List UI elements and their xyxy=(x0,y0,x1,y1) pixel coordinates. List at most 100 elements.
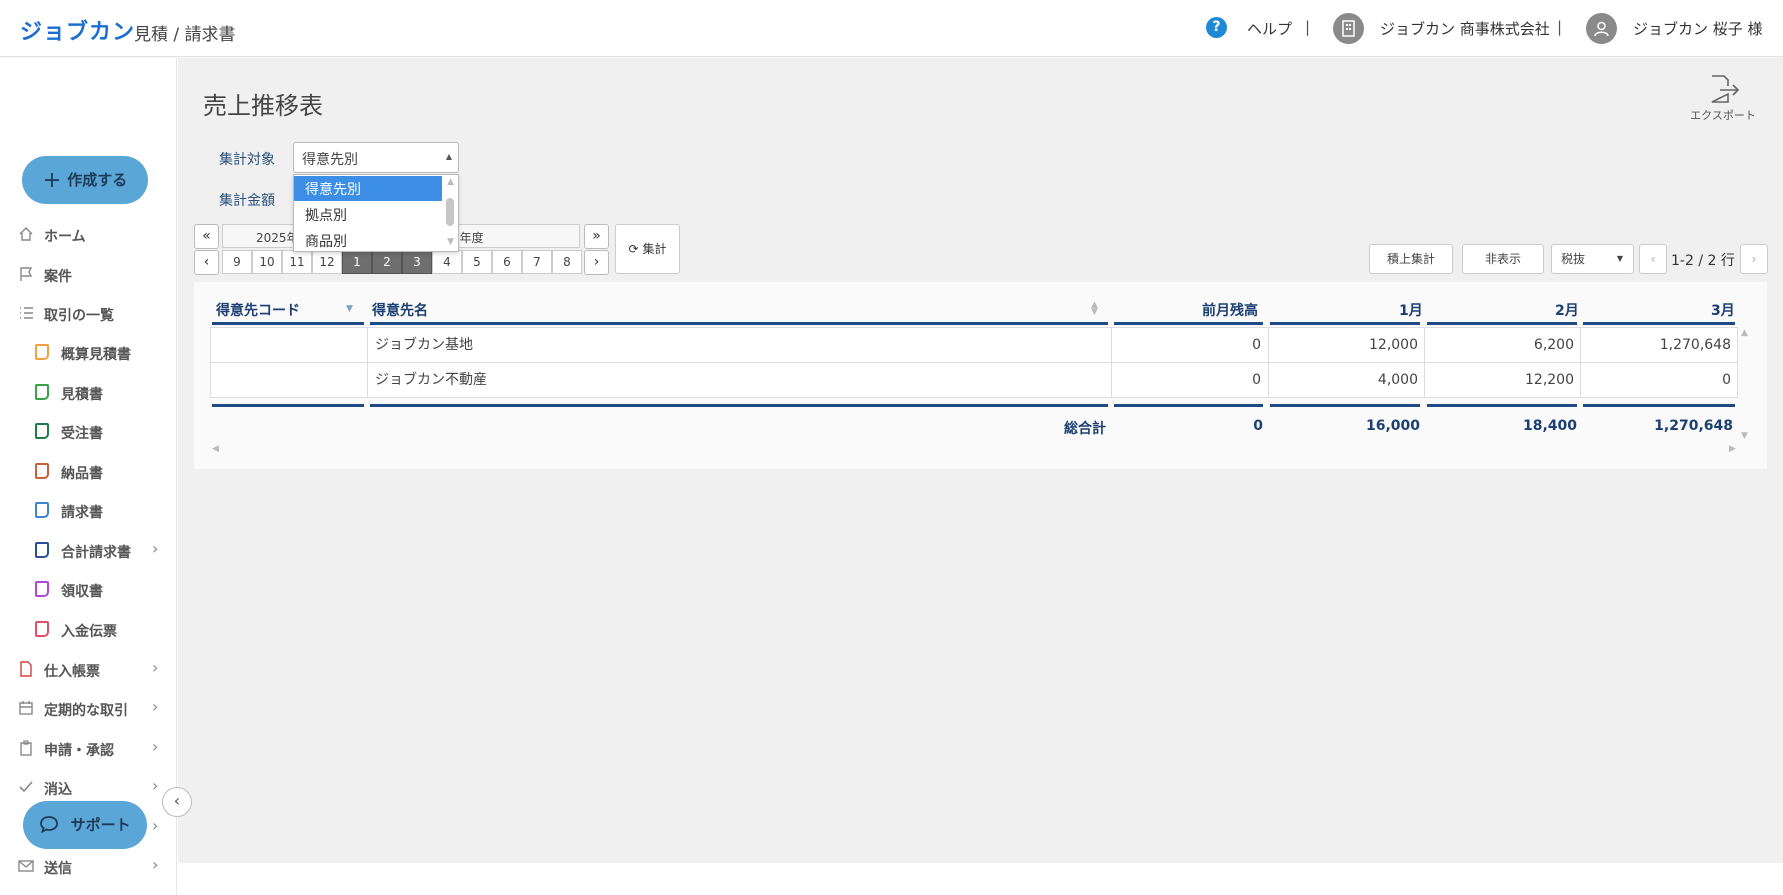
doc-icon xyxy=(35,384,49,400)
sidebar-item-receipt[interactable]: 領収書 xyxy=(0,575,177,605)
sidebar-item-payment-slip[interactable]: 入金伝票 xyxy=(0,615,177,645)
table-scroll-left-icon[interactable]: ◀ xyxy=(212,444,219,454)
month-button[interactable]: 5 xyxy=(462,250,492,274)
rows-info: 1-2 / 2 行 xyxy=(1671,253,1735,269)
cumulative-button[interactable]: 積上集計 xyxy=(1369,244,1453,274)
doc-icon xyxy=(35,581,49,597)
month-button[interactable]: 8 xyxy=(552,250,582,274)
prev-page-button[interactable]: ‹ xyxy=(1639,244,1667,274)
sidebar-item-invoice[interactable]: 請求書 xyxy=(0,496,177,526)
table-row[interactable]: ジョブカン基地 0 12,000 6,200 1,270,648 xyxy=(210,327,1738,363)
sidebar-item-recurring[interactable]: 定期的な取引 › xyxy=(0,694,177,724)
sidebar-item-home[interactable]: ホーム xyxy=(0,220,177,250)
sidebar-item-rough-estimate[interactable]: 概算見積書 xyxy=(0,338,177,368)
sidebar-item-transactions[interactable]: 取引の一覧 xyxy=(0,299,177,329)
sort-icon[interactable]: ▼ xyxy=(346,304,353,314)
target-select[interactable]: 得意先別 ▲ xyxy=(293,142,459,173)
month-button[interactable]: 6 xyxy=(492,250,522,274)
doc-icon xyxy=(35,344,49,360)
clipboard-icon xyxy=(20,740,32,756)
month-button[interactable]: 11 xyxy=(282,250,312,274)
total-label: 総合計 xyxy=(1064,421,1106,437)
sidebar-item-estimate[interactable]: 見積書 xyxy=(0,378,177,408)
dropdown-option[interactable]: 商品別 xyxy=(294,228,442,251)
create-button[interactable]: + 作成する xyxy=(22,156,148,204)
cell-code xyxy=(211,328,367,363)
chevron-right-icon: › xyxy=(152,737,159,756)
sort-icon[interactable]: ▲ ▼ xyxy=(1091,301,1098,317)
chevron-right-icon: › xyxy=(152,539,159,558)
support-label: サポート xyxy=(70,816,131,834)
create-label: 作成する xyxy=(67,171,128,189)
doc-icon xyxy=(35,463,49,479)
column-header-month-1[interactable]: 1月 xyxy=(1399,300,1423,324)
cell-code xyxy=(211,363,367,398)
total-prev: 0 xyxy=(1253,418,1263,434)
sidebar-item-label: 領収書 xyxy=(61,584,103,600)
header-divider xyxy=(1427,322,1577,325)
tax-select-value: 税抜 xyxy=(1561,252,1586,266)
sidebar-item-delivery[interactable]: 納品書 xyxy=(0,457,177,487)
month-button[interactable]: 9 xyxy=(222,250,252,274)
dropdown-scrollbar[interactable] xyxy=(446,198,454,226)
table-scroll-down-icon[interactable]: ▼ xyxy=(1741,431,1748,441)
hide-button[interactable]: 非表示 xyxy=(1462,244,1544,274)
flag-icon xyxy=(20,267,33,281)
table-scroll-right-icon[interactable]: ▶ xyxy=(1729,444,1736,454)
dropdown-option[interactable]: 得意先別 xyxy=(294,176,442,201)
header-separator: | xyxy=(1557,18,1563,36)
month-button[interactable]: 10 xyxy=(252,250,282,274)
scroll-up-icon[interactable]: ▲ xyxy=(447,177,454,187)
user-name[interactable]: ジョブカン 桜子 様 xyxy=(1633,18,1763,39)
cell-name: ジョブカン不動産 xyxy=(375,372,487,388)
prev-month-button[interactable]: ‹ xyxy=(194,250,219,275)
month-button[interactable]: 2 xyxy=(372,250,402,274)
sidebar-item-approval[interactable]: 申請・承認 › xyxy=(0,734,177,764)
support-button[interactable]: サポート xyxy=(23,801,147,849)
chevron-left-icon: ‹ xyxy=(173,791,181,810)
export-button[interactable]: エクスポート xyxy=(1686,74,1760,123)
sidebar-item-total-invoice[interactable]: 合計請求書 › xyxy=(0,536,177,566)
scroll-down-icon[interactable]: ▼ xyxy=(447,237,454,247)
collapse-sidebar-button[interactable]: ‹ xyxy=(162,787,192,817)
app-name: 見積 / 請求書 xyxy=(134,25,236,45)
prev-year-button[interactable]: « xyxy=(194,224,219,249)
month-button[interactable]: 7 xyxy=(522,250,552,274)
sidebar-item-label: 概算見積書 xyxy=(61,347,131,363)
sidebar-item-order[interactable]: 受注書 xyxy=(0,417,177,447)
cell-m2: 12,200 xyxy=(1525,372,1574,388)
help-link[interactable]: ヘルプ xyxy=(1247,18,1292,39)
sidebar-item-projects[interactable]: 案件 xyxy=(0,260,177,290)
app-logo[interactable]: ジョブカン xyxy=(20,14,135,46)
table-scroll-up-icon[interactable]: ▲ xyxy=(1741,328,1748,338)
header-divider xyxy=(212,322,364,325)
next-page-button[interactable]: › xyxy=(1740,244,1768,274)
dropdown-option[interactable]: 拠点別 xyxy=(294,202,442,227)
month-button[interactable]: 4 xyxy=(432,250,462,274)
column-header-month-2[interactable]: 2月 xyxy=(1555,300,1579,324)
sidebar-item-purchase[interactable]: 仕入帳票 › xyxy=(0,655,177,685)
column-header-month-3[interactable]: 3月 xyxy=(1711,300,1735,324)
mail-icon xyxy=(18,860,34,872)
company-name[interactable]: ジョブカン 商事株式会社 xyxy=(1380,18,1550,39)
aggregate-button[interactable]: ⟳ 集計 xyxy=(615,224,680,274)
next-month-button[interactable]: › xyxy=(584,250,609,275)
next-year-button[interactable]: » xyxy=(584,224,609,249)
page-title: 売上推移表 xyxy=(203,92,323,120)
table-row[interactable]: ジョブカン不動産 0 4,000 12,200 0 xyxy=(210,362,1738,398)
cell-m3: 1,270,648 xyxy=(1659,337,1731,353)
month-button[interactable]: 1 xyxy=(342,250,372,274)
tax-select[interactable]: 税抜 ▼ xyxy=(1551,244,1634,274)
help-icon[interactable]: ? xyxy=(1206,17,1227,38)
cell-name: ジョブカン基地 xyxy=(375,337,473,353)
column-header-prev-balance[interactable]: 前月残高 xyxy=(1202,300,1258,324)
sidebar-item-label: 取引の一覧 xyxy=(44,308,114,324)
column-header-code[interactable]: 得意先コード xyxy=(216,300,300,324)
month-button[interactable]: 12 xyxy=(312,250,342,274)
sidebar-item-reconcile[interactable]: 消込 › xyxy=(0,773,177,803)
cell-m1: 4,000 xyxy=(1377,372,1418,388)
sidebar-item-send[interactable]: 送信 › xyxy=(0,852,177,882)
month-button[interactable]: 3 xyxy=(402,250,432,274)
header-divider xyxy=(1114,322,1263,325)
column-header-name[interactable]: 得意先名 xyxy=(372,300,428,324)
